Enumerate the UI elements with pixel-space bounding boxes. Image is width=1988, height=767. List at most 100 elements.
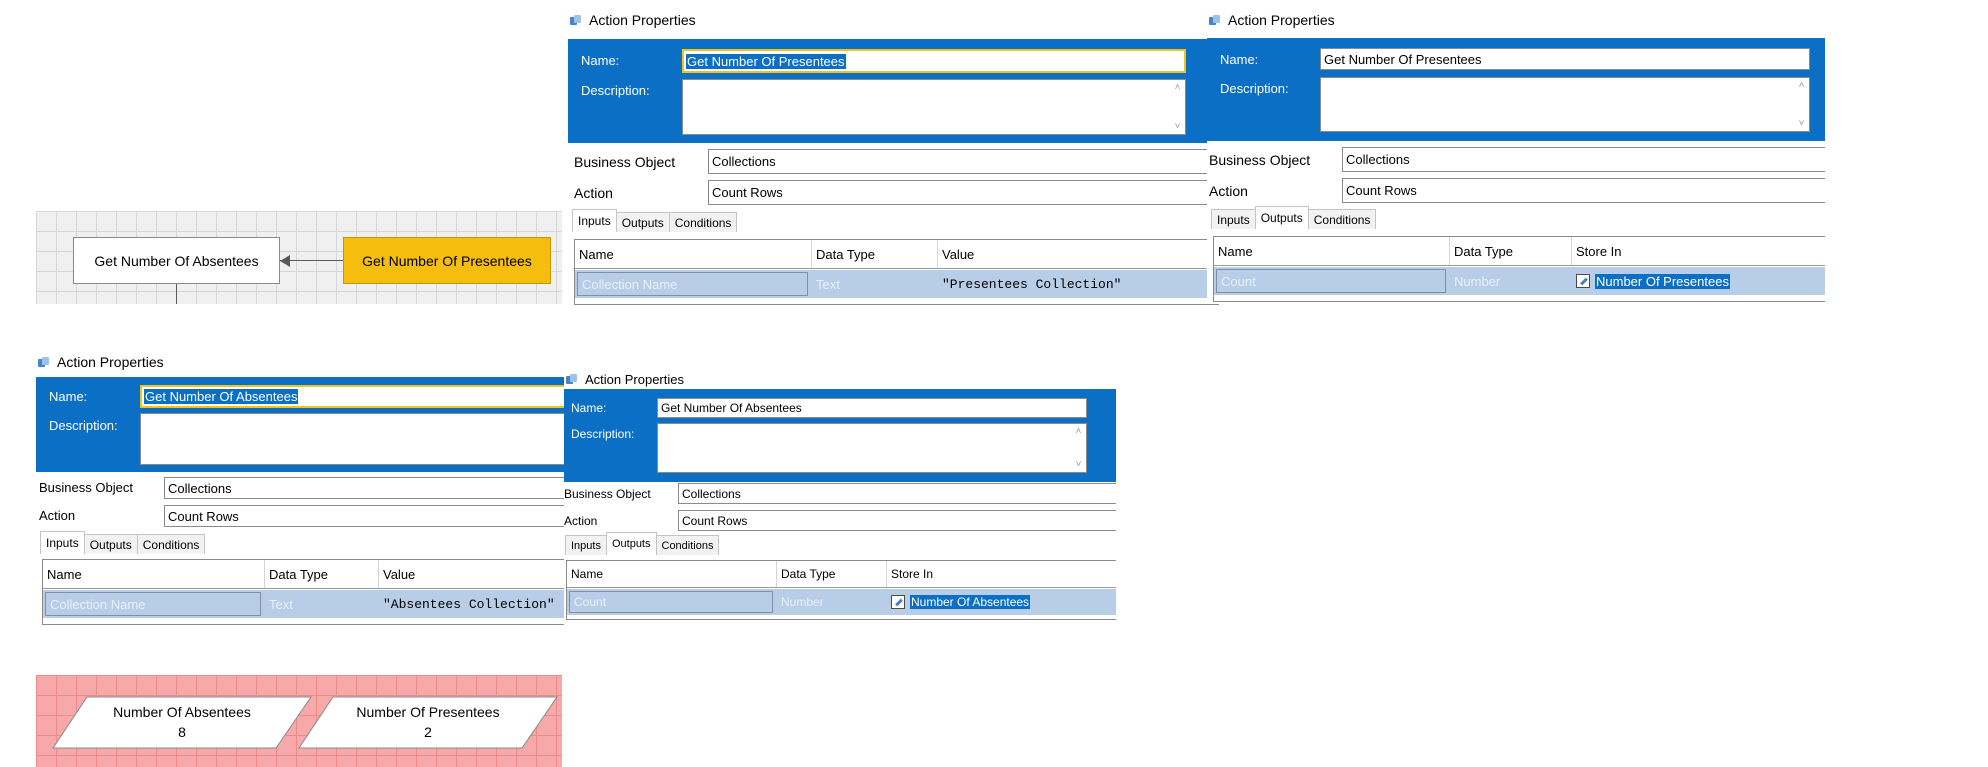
store-in-value: Number Of Absentees [910, 595, 1031, 609]
data-item-number-of-absentees[interactable]: Number Of Absentees 8 [52, 696, 312, 749]
tab-inputs[interactable]: Inputs [572, 209, 617, 232]
cell-name[interactable]: Collection Name [577, 272, 808, 296]
business-object-label: Business Object [39, 480, 133, 495]
data-item-value: 8 [178, 724, 186, 740]
action-field[interactable]: Count Rows [1342, 178, 1825, 203]
column-header-name[interactable]: Name [575, 240, 812, 268]
business-object-field[interactable]: Collections [164, 477, 568, 499]
column-header-store-in[interactable]: Store In [887, 561, 1116, 587]
cell-store-in[interactable]: Number Of Absentees [887, 589, 1107, 615]
description-label: Description: [581, 83, 650, 98]
business-object-value: Collections [682, 486, 741, 501]
scroll-down-icon[interactable]: ˅ [1173, 122, 1182, 132]
column-header-name[interactable]: Name [1214, 237, 1450, 265]
name-field[interactable]: Get Number Of Presentees [682, 49, 1186, 73]
arrow-head-icon [280, 255, 290, 267]
tab-outputs[interactable]: Outputs [83, 534, 138, 554]
column-header-value[interactable]: Value [938, 240, 1219, 268]
data-item-value: 2 [424, 724, 432, 740]
table-row[interactable]: Count Number Number Of Absentees [567, 589, 1116, 615]
cell-data-type: Number [1454, 273, 1501, 289]
description-field[interactable]: ˄ ˅ [1320, 77, 1810, 132]
action-label: Action [564, 514, 598, 528]
action-properties-icon [1209, 14, 1221, 26]
business-object-field[interactable]: Collections [678, 483, 1116, 504]
cell-store-in[interactable]: Number Of Presentees [1572, 267, 1822, 295]
column-header-name[interactable]: Name [43, 560, 265, 588]
description-label: Description: [49, 418, 118, 433]
tab-outputs[interactable]: Outputs [615, 212, 670, 232]
name-field[interactable]: Get Number Of Absentees [657, 398, 1087, 418]
name-field-value: Get Number Of Presentees [686, 53, 846, 69]
name-label: Name: [49, 389, 88, 404]
cell-value[interactable]: "Presentees Collection" [938, 270, 1218, 298]
action-label: Action [1209, 183, 1248, 199]
data-item-text: Number Of Absentees 8 [52, 702, 312, 742]
tab-conditions[interactable]: Conditions [1307, 209, 1377, 229]
description-field[interactable]: ˄ ˅ [682, 79, 1186, 135]
scroll-down-icon[interactable]: ˅ [1797, 119, 1806, 129]
panel-title: Action Properties [38, 352, 164, 372]
cell-value[interactable]: "Absentees Collection" [379, 590, 568, 618]
cell-name[interactable]: Count [569, 591, 773, 613]
scroll-up-icon[interactable]: ˄ [1797, 81, 1806, 91]
tab-conditions[interactable]: Conditions [136, 534, 206, 554]
tab-conditions[interactable]: Conditions [655, 535, 720, 555]
tab-strip: Inputs Outputs Conditions [565, 532, 720, 555]
business-object-field[interactable]: Collections [708, 149, 1219, 174]
name-field-value: Get Number Of Absentees [661, 401, 802, 415]
data-item-number-of-presentees[interactable]: Number Of Presentees 2 [298, 696, 558, 749]
table-row[interactable]: Count Number Number Of Presentees [1214, 267, 1825, 295]
process-canvas: Get Number Of Absentees Get Number Of Pr… [36, 211, 562, 304]
column-header-store-in[interactable]: Store In [1572, 237, 1825, 265]
panel-title: Action Properties [566, 369, 684, 389]
stage-get-number-of-absentees[interactable]: Get Number Of Absentees [73, 237, 280, 284]
cell-name[interactable]: Collection Name [45, 592, 261, 616]
cell-data-type: Number [781, 595, 824, 609]
tab-inputs[interactable]: Inputs [1211, 209, 1256, 229]
name-field-value: Get Number Of Presentees [1324, 51, 1482, 67]
column-header-data-type[interactable]: Data Type [777, 561, 887, 587]
action-field[interactable]: Count Rows [708, 180, 1219, 205]
table-row[interactable]: Collection Name Text "Presentees Collect… [575, 270, 1219, 298]
business-object-field[interactable]: Collections [1342, 147, 1825, 172]
business-object-label: Business Object [574, 154, 676, 170]
business-object-label: Business Object [1209, 152, 1311, 168]
scroll-up-icon[interactable]: ˄ [1173, 83, 1182, 93]
connector-line-down [176, 284, 177, 304]
panel-title-text: Action Properties [585, 371, 684, 387]
column-header-data-type[interactable]: Data Type [812, 240, 938, 268]
description-field[interactable]: ˄ ˅ [657, 423, 1087, 473]
store-in-icon[interactable] [1576, 274, 1590, 288]
stage-get-number-of-presentees[interactable]: Get Number Of Presentees [343, 237, 551, 284]
column-header-data-type[interactable]: Data Type [1450, 237, 1572, 265]
tab-strip: Inputs Outputs Conditions [40, 531, 206, 554]
tab-strip: Inputs Outputs Conditions [1211, 206, 1377, 229]
action-field[interactable]: Count Rows [164, 505, 568, 527]
name-label: Name: [581, 53, 620, 68]
data-item-name: Number Of Absentees [113, 704, 251, 720]
description-field[interactable] [140, 413, 568, 465]
action-label: Action [574, 185, 613, 201]
column-header-data-type[interactable]: Data Type [265, 560, 379, 588]
action-field[interactable]: Count Rows [678, 510, 1116, 531]
tab-outputs[interactable]: Outputs [1254, 206, 1309, 229]
grid-header: Name Data Type Store In [567, 561, 1116, 588]
tab-inputs[interactable]: Inputs [565, 535, 607, 555]
column-header-name[interactable]: Name [567, 561, 777, 587]
tab-inputs[interactable]: Inputs [40, 531, 85, 554]
cell-name[interactable]: Count [1216, 269, 1446, 293]
action-properties-panel-presentees-inputs: Action Properties Name: Get Number Of Pr… [568, 10, 1219, 305]
business-object-value: Collections [168, 480, 232, 496]
name-field[interactable]: Get Number Of Absentees [140, 385, 568, 408]
stage-label: Get Number Of Absentees [94, 252, 259, 269]
tab-conditions[interactable]: Conditions [668, 212, 738, 232]
tab-outputs[interactable]: Outputs [605, 532, 657, 555]
name-field[interactable]: Get Number Of Presentees [1320, 48, 1810, 70]
column-header-value[interactable]: Value [379, 560, 568, 588]
table-row[interactable]: Collection Name Text "Absentees Collecti… [43, 590, 568, 618]
scroll-down-icon[interactable]: ˅ [1074, 460, 1083, 470]
store-in-icon[interactable] [891, 595, 905, 609]
action-value: Count Rows [168, 508, 239, 524]
scroll-up-icon[interactable]: ˄ [1074, 427, 1083, 437]
